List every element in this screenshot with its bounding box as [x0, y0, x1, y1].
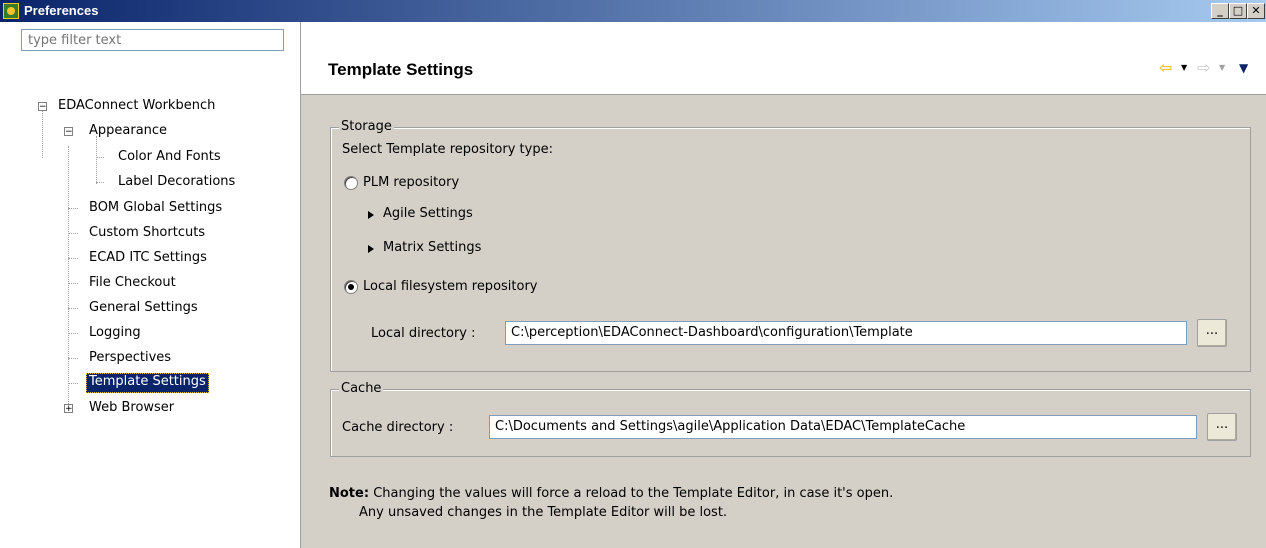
cache-legend: Cache [339, 381, 384, 397]
tree-line [42, 106, 43, 158]
window-title: Preferences [24, 3, 99, 18]
tree-line [96, 157, 104, 158]
tree-item-ecad-itc-settings[interactable]: ECAD ITC Settings [89, 249, 207, 267]
tree-item-perspectives[interactable]: Perspectives [89, 349, 171, 367]
tree-line [68, 358, 78, 359]
tree-line [68, 233, 78, 234]
note-line-1: Changing the values will force a reload … [373, 486, 894, 501]
preferences-tree-panel: − − + EDAConnect Workbench Appearance Co… [0, 22, 301, 548]
local-directory-browse-button[interactable]: ... [1197, 319, 1227, 347]
tree-item-custom-shortcuts[interactable]: Custom Shortcuts [89, 224, 205, 242]
tree-line [96, 182, 104, 183]
preference-page: Template Settings ⇦ ▼ ⇨ ▼ ▼ Storage Sele… [301, 22, 1266, 548]
tree-line [68, 283, 78, 284]
page-title: Template Settings [328, 60, 474, 79]
note-label: Note: [329, 486, 370, 501]
cache-directory-field[interactable]: C:\Documents and Settings\agile\Applicat… [489, 415, 1197, 439]
cache-directory-label: Cache directory : [342, 420, 454, 435]
cache-group: Cache Cache directory : C:\Documents and… [330, 381, 1251, 457]
storage-legend: Storage [339, 119, 394, 135]
collapse-icon[interactable]: − [64, 127, 73, 137]
plm-repository-radio[interactable] [344, 176, 358, 190]
tree-item-bom-global-settings[interactable]: BOM Global Settings [89, 199, 222, 217]
forward-arrow-icon[interactable]: ⇨ [1197, 58, 1210, 78]
storage-group: Storage Select Template repository type:… [330, 119, 1251, 372]
tree-line [68, 258, 78, 259]
cache-directory-browse-button[interactable]: ... [1207, 413, 1237, 441]
filter-input[interactable] [21, 29, 284, 51]
view-menu-icon[interactable]: ▼ [1239, 58, 1248, 78]
tree-line [68, 308, 78, 309]
tree-line [68, 208, 78, 209]
tree-line [96, 136, 97, 184]
tree-item-general-settings[interactable]: General Settings [89, 299, 198, 317]
agile-settings-section[interactable]: Agile Settings [383, 206, 473, 221]
tree-line [68, 383, 78, 384]
maximize-button[interactable]: □ [1229, 3, 1247, 19]
tree-item-template-settings[interactable]: Template Settings [86, 373, 209, 393]
app-icon [3, 3, 19, 19]
tree-item-file-checkout[interactable]: File Checkout [89, 274, 176, 292]
tree-item-web-browser[interactable]: Web Browser [89, 399, 174, 417]
note-line-2: Any unsaved changes in the Template Edit… [359, 505, 728, 520]
collapse-icon[interactable]: − [38, 102, 47, 112]
local-filesystem-label[interactable]: Local filesystem repository [363, 279, 538, 294]
tree-item-label-decorations[interactable]: Label Decorations [118, 173, 235, 191]
navigation-toolbar: ⇦ ▼ ⇨ ▼ ▼ [1159, 58, 1254, 78]
plm-repository-label[interactable]: PLM repository [363, 175, 459, 190]
tree-line [68, 333, 78, 334]
tree-item-logging[interactable]: Logging [89, 324, 141, 342]
local-directory-label: Local directory : [371, 326, 476, 341]
tree-item-color-and-fonts[interactable]: Color And Fonts [118, 148, 221, 166]
expand-triangle-icon[interactable] [368, 245, 374, 253]
local-directory-field[interactable]: C:\perception\EDAConnect-Dashboard\confi… [505, 321, 1187, 345]
note-text: Note: Changing the values will force a r… [329, 484, 893, 522]
matrix-settings-section[interactable]: Matrix Settings [383, 240, 481, 255]
back-history-icon[interactable]: ▼ [1181, 58, 1187, 78]
repository-type-prompt: Select Template repository type: [342, 142, 553, 157]
expand-icon[interactable]: + [64, 404, 73, 414]
local-filesystem-radio[interactable] [344, 280, 358, 294]
forward-history-icon[interactable]: ▼ [1219, 58, 1225, 78]
close-button[interactable]: ✕ [1247, 3, 1265, 19]
page-header: Template Settings ⇦ ▼ ⇨ ▼ ▼ [301, 22, 1266, 95]
tree-item-appearance[interactable]: Appearance [89, 122, 167, 140]
title-bar[interactable]: Preferences _ □ ✕ [0, 0, 1266, 22]
tree-item-edaconnect-workbench[interactable]: EDAConnect Workbench [58, 97, 215, 115]
minimize-button[interactable]: _ [1211, 3, 1229, 19]
tree-line [68, 146, 69, 410]
expand-triangle-icon[interactable] [368, 211, 374, 219]
back-arrow-icon[interactable]: ⇦ [1159, 58, 1172, 78]
